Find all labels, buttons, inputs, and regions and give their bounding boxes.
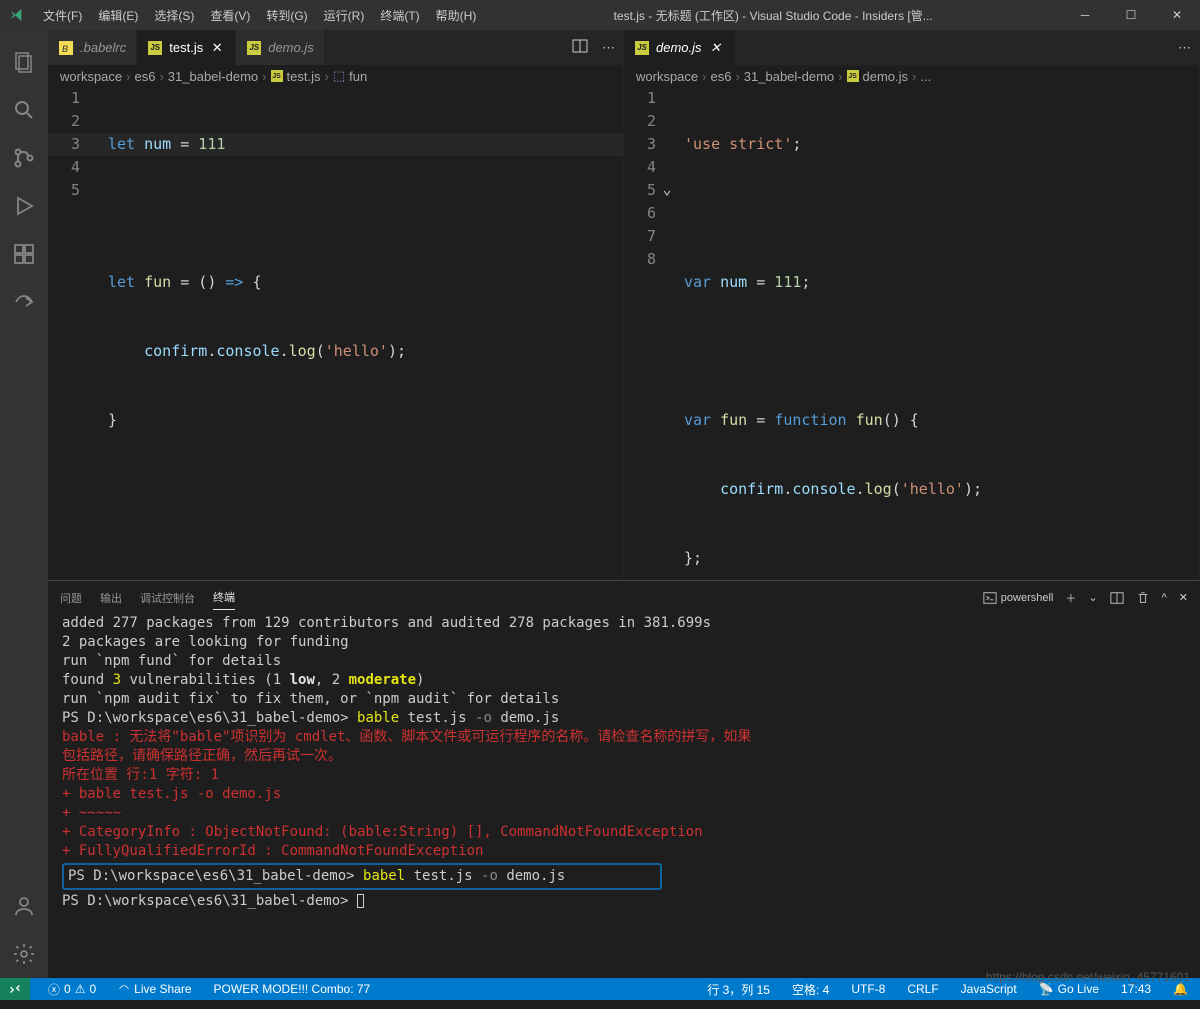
accounts-icon[interactable] [0, 882, 48, 930]
menu-terminal[interactable]: 终端(T) [372, 0, 427, 30]
bc-seg[interactable]: fun [349, 69, 367, 84]
kill-terminal-icon[interactable] [1136, 591, 1150, 605]
minimize-button[interactable]: ─ [1062, 0, 1108, 30]
close-icon[interactable]: ✕ [708, 40, 724, 56]
window-title: test.js - 无标题 (工作区) - Visual Studio Code… [484, 7, 1062, 24]
minimap[interactable] [563, 87, 623, 580]
source-control-icon[interactable] [0, 134, 48, 182]
status-language[interactable]: JavaScript [957, 978, 1021, 1000]
search-icon[interactable] [0, 86, 48, 134]
tab-demojs[interactable]: JS demo.js [236, 30, 325, 65]
panel-tab-output[interactable]: 输出 [100, 586, 122, 610]
status-cursor[interactable]: 行 3，列 15 [703, 978, 774, 1000]
status-liveshare[interactable]: Live Share [114, 978, 195, 1000]
remote-indicator[interactable] [0, 978, 30, 1000]
js-icon: JS [247, 41, 261, 55]
tab-label: demo.js [656, 40, 702, 55]
fold-icon[interactable]: ⌄ [660, 182, 674, 196]
tab-babelrc[interactable]: B .babelrc [48, 30, 137, 65]
bc-seg[interactable]: es6 [134, 69, 155, 84]
tab-label: demo.js [268, 40, 314, 55]
status-spaces[interactable]: 空格: 4 [788, 978, 833, 1000]
bc-seg[interactable]: es6 [710, 69, 731, 84]
activity-bar [0, 30, 48, 978]
statusbar: ⓧ 0 ⚠ 0 Live Share POWER MODE!!! Combo: … [0, 978, 1200, 1000]
extensions-icon[interactable] [0, 230, 48, 278]
menu-view[interactable]: 查看(V) [202, 0, 258, 30]
js-icon: JS [635, 41, 649, 55]
editor-pane-right: JS demo.js ✕ ⋯ workspace› es6› 31_babel-de… [624, 30, 1200, 580]
new-terminal-icon[interactable]: ＋ [1065, 590, 1076, 606]
settings-icon[interactable] [0, 930, 48, 978]
minimap[interactable] [1139, 87, 1199, 580]
share-icon[interactable] [0, 278, 48, 326]
status-errors[interactable]: ⓧ 0 ⚠ 0 [44, 978, 100, 1000]
status-time[interactable]: 17:43 [1117, 978, 1155, 1000]
svg-text:B: B [62, 44, 68, 54]
menu-run[interactable]: 运行(R) [316, 0, 373, 30]
tab-demojs-right[interactable]: JS demo.js ✕ [624, 30, 735, 65]
breadcrumb-right[interactable]: workspace› es6› 31_babel-demo› JS demo.j… [624, 65, 1199, 87]
titlebar: 文件(F) 编辑(E) 选择(S) 查看(V) 转到(G) 运行(R) 终端(T… [0, 0, 1200, 30]
highlighted-command: PS D:\workspace\es6\31_babel-demo> babel… [62, 863, 662, 890]
editor-right[interactable]: 1 2 3 4 5 6 7 8 ⌄ 'use strict'; var num … [624, 87, 1199, 580]
breadcrumb-left[interactable]: workspace› es6› 31_babel-demo› JS test.j… [48, 65, 623, 87]
menubar: 文件(F) 编辑(E) 选择(S) 查看(V) 转到(G) 运行(R) 终端(T… [35, 0, 484, 30]
bc-seg[interactable]: test.js [287, 69, 321, 84]
panel: 问题 输出 调试控制台 终端 powershell ＋ ⌄ ^ ✕ added … [48, 580, 1200, 978]
bc-seg[interactable]: workspace [636, 69, 698, 84]
tab-label: test.js [169, 40, 203, 55]
terminal-shell-label[interactable]: powershell [983, 591, 1054, 605]
bc-seg[interactable]: demo.js [863, 69, 909, 84]
bc-seg[interactable]: ... [920, 69, 931, 84]
editor-pane-left: B .babelrc JS test.js ✕ JS demo.js ⋯ workspa… [48, 30, 624, 580]
menu-edit[interactable]: 编辑(E) [90, 0, 146, 30]
close-icon[interactable]: ✕ [209, 40, 225, 56]
tab-testjs[interactable]: JS test.js ✕ [137, 30, 236, 65]
run-debug-icon[interactable] [0, 182, 48, 230]
panel-tab-problems[interactable]: 问题 [60, 586, 82, 610]
bc-seg[interactable]: 31_babel-demo [744, 69, 834, 84]
menu-goto[interactable]: 转到(G) [258, 0, 315, 30]
close-button[interactable]: ✕ [1154, 0, 1200, 30]
tab-label: .babelrc [80, 40, 126, 55]
explorer-icon[interactable] [0, 38, 48, 86]
babel-icon: B [58, 40, 74, 56]
terminal-dropdown-icon[interactable]: ⌄ [1088, 591, 1097, 604]
status-eol[interactable]: CRLF [903, 978, 942, 1000]
maximize-panel-icon[interactable]: ^ [1162, 592, 1167, 604]
more-actions-icon[interactable]: ⋯ [602, 40, 615, 56]
close-panel-icon[interactable]: ✕ [1179, 591, 1188, 604]
status-powermode[interactable]: POWER MODE!!! Combo: 77 [210, 978, 375, 1000]
symbol-icon: ⬚ [333, 68, 345, 84]
terminal[interactable]: added 277 packages from 129 contributors… [48, 614, 1200, 978]
menu-help[interactable]: 帮助(H) [428, 0, 485, 30]
status-notifications-icon[interactable]: 🔔 [1169, 978, 1192, 1000]
js-icon: JS [148, 41, 162, 55]
split-editor-icon[interactable] [572, 38, 588, 57]
bc-seg[interactable]: 31_babel-demo [168, 69, 258, 84]
split-terminal-icon[interactable] [1110, 591, 1124, 605]
more-actions-icon[interactable]: ⋯ [1178, 40, 1191, 56]
bc-seg[interactable]: workspace [60, 69, 122, 84]
editor-left[interactable]: 1 2 3 4 5 let num = 111 let fun = () => … [48, 87, 623, 580]
panel-tab-terminal[interactable]: 终端 [213, 585, 235, 610]
vscode-icon [0, 7, 35, 23]
status-golive[interactable]: 📡 Go Live [1035, 978, 1103, 1000]
status-encoding[interactable]: UTF-8 [847, 978, 889, 1000]
menu-file[interactable]: 文件(F) [35, 0, 90, 30]
maximize-button[interactable]: ☐ [1108, 0, 1154, 30]
menu-selection[interactable]: 选择(S) [146, 0, 202, 30]
panel-tab-debug[interactable]: 调试控制台 [140, 586, 195, 610]
